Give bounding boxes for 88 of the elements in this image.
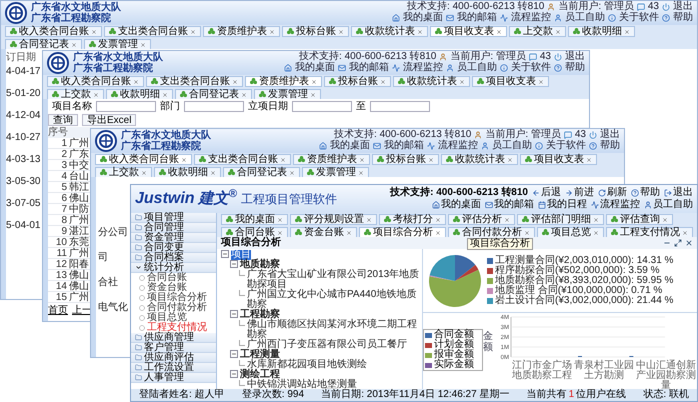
row-number: 1 [60,138,68,148]
table-cell: 广州 [69,248,89,258]
table-cell-text: 4-12-04 [6,110,40,123]
organization-name: 广东省水文地质大队 [121,130,211,141]
row-number: 14 [54,281,68,291]
table-cell: 韩江 [69,182,89,192]
table-cell: 广州 [69,138,89,148]
table-cell: 电气化 [98,302,128,313]
table-cell: 佛山 [69,193,89,203]
row-number: 9 [60,226,68,236]
status-text: 当前共有 [526,390,567,400]
status-text: 当前日期: 2013年11月4日 12:46:27 星期一 [321,390,510,400]
legend-label: 实际金额 [434,360,474,370]
row-number: 6 [60,193,68,203]
column-header: 订日期 [6,50,36,65]
status-text: 登陆者姓名: 超人甲 [139,390,225,400]
field-label: 项目名称 [52,100,92,112]
table-cell: 阳春 [69,259,89,269]
organization-name: 广东省工程勘察院 [121,141,202,152]
organization-name: 广东省水文地质大队 [31,2,121,13]
current-user: 当前用户: 管理员 [485,129,561,140]
row-number: 11 [56,248,68,258]
table-cell: 台山 [69,171,89,181]
status-text: 登录次数: 994 [242,390,304,400]
brand-name-chinese: 建文$^{®}$ [198,188,237,209]
status-text: 位用户在线 [576,390,626,400]
axis-label: 江门市金广场地质勘察工程 [511,361,573,383]
data-label: 工程测量合同(¥2,003,010,000): 14.31 % [495,256,674,266]
organization-name: 广东省工程勘察院 [73,63,154,74]
field-label: 立项日期 [248,100,288,112]
current-user: 当前用户: 管理员 [450,51,526,62]
tooltip: 项目综合分析 [467,238,533,250]
current-user: 当前用户: 管理员 [558,1,634,12]
table-cell: 广州 [69,292,89,302]
legend-label: 计划金额 [434,340,474,350]
message-count: 43 [574,129,586,140]
status-text: 状态: 联机 [643,390,689,400]
row-number: 13 [54,270,68,280]
table-cell: 中交 [69,160,89,170]
table-cell: 司 [98,252,108,263]
online-count: 1 [568,390,574,400]
table-cell: 广州 [69,215,89,225]
table-cell-text: 5-01-20 [6,88,40,101]
organization-name: 广东省工程勘察院 [31,13,112,24]
support-info: 技术支持: 400-600-6213 转810 [334,129,472,140]
row-number: 2 [60,149,68,159]
table-cell-text: 4-10-27 [6,132,40,145]
legend-label: 报审金额 [434,350,474,360]
row-number: 3 [60,160,68,170]
table-cell-text: 5-04-01 [6,220,40,233]
field-label: 至 [356,100,366,112]
row-number: 10 [54,237,68,247]
table-cell: 分公司 [98,227,128,238]
column-header: 序号 [48,127,69,138]
data-label: 岩土设计合同(¥3,002,000,000): 21.44 % [495,296,674,306]
axis-title: 金额 [483,331,493,353]
table-cell: 佛山 [69,281,89,291]
support-info: 技术支持: 400-600-6213 转810 [390,187,528,198]
table-cell-text: 3-05-30 [6,176,40,189]
data-label: 地质勘察合同(¥8,393,020,000): 59.95 % [495,276,674,286]
table-cell: 佛山 [69,270,89,280]
table-cell-text: 4-03-13 [6,154,40,167]
row-number: 5 [60,182,68,192]
support-info: 技术支持: 400-600-6213 转810 [407,1,544,12]
table-cell: 中防 [69,204,89,214]
field-label: 部门 [160,100,180,112]
table-cell: 湛江 [69,226,89,236]
brand-name: Justwin [135,189,195,209]
support-info: 技术支持: 400-600-6213 转810 [299,51,436,62]
table-cell-text: 3-07-05 [6,198,40,211]
axis-label: 青泉村工业园土方勘测 [573,361,635,383]
data-label: 程序勘探合同(¥502,000,000): 3.59 % [495,266,660,276]
organization-name: 广东省水文地质大队 [73,52,163,63]
panel-title: 项目综合分析 [221,238,281,248]
row-number: 4 [60,171,68,181]
table-cell-text: 4-04-17 [6,66,40,79]
message-count: 43 [540,51,551,62]
row-number: 15 [54,292,68,302]
row-number: 7 [60,204,68,214]
row-number: 12 [54,259,68,269]
data-label: 地质监理 合同(¥100,000,000): 0.71 % [495,286,662,296]
legend-label: 合同金额 [434,330,474,340]
table-cell: 广东 [69,149,89,159]
app-title: 工程项目管理软件 [240,191,337,208]
table-cell: 合社 [98,277,118,288]
message-count: 43 [648,1,659,12]
row-number: 8 [60,215,68,225]
table-cell: 东莞 [69,237,89,247]
